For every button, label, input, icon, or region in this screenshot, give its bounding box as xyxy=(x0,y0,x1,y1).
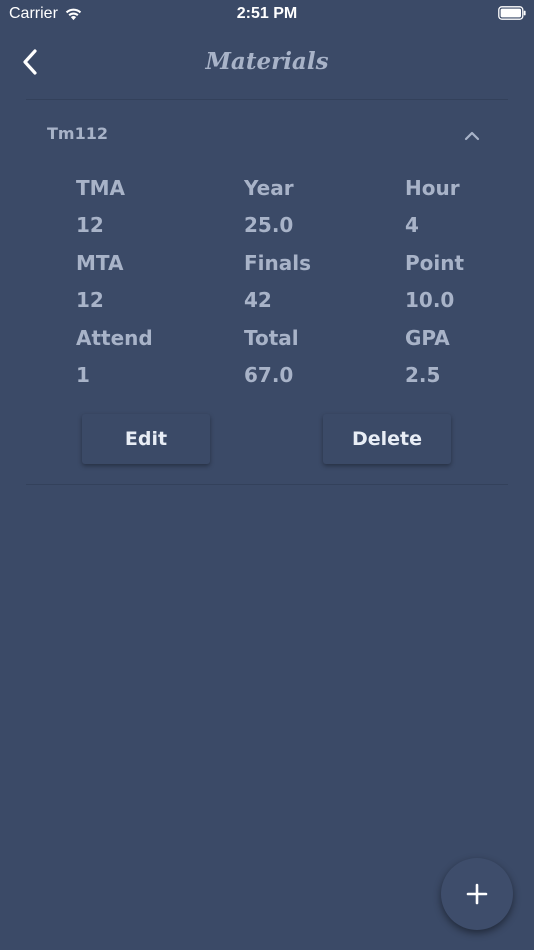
status-bar: Carrier 2:51 PM xyxy=(0,0,534,30)
page-title: Materials xyxy=(205,48,329,75)
attend-value: 1 xyxy=(76,363,90,387)
plus-icon xyxy=(466,883,488,905)
point-value: 10.0 xyxy=(405,288,455,312)
collapse-toggle[interactable] xyxy=(458,124,486,148)
hour-value: 4 xyxy=(405,213,419,237)
hour-label: Hour xyxy=(405,176,460,200)
delete-button[interactable]: Delete xyxy=(323,414,451,464)
finals-label: Finals xyxy=(244,251,312,275)
mta-value: 12 xyxy=(76,288,104,312)
finals-value: 42 xyxy=(244,288,272,312)
year-value: 25.0 xyxy=(244,213,294,237)
tma-label: TMA xyxy=(76,176,126,200)
material-name[interactable]: Tm112 xyxy=(47,124,108,143)
add-material-button[interactable] xyxy=(441,858,513,930)
battery-icon xyxy=(498,6,526,20)
tma-value: 12 xyxy=(76,213,104,237)
year-label: Year xyxy=(244,176,294,200)
top-divider xyxy=(26,99,508,100)
mta-label: MTA xyxy=(76,251,124,275)
total-label: Total xyxy=(244,326,299,350)
gpa-value: 2.5 xyxy=(405,363,441,387)
point-label: Point xyxy=(405,251,465,275)
status-time: 2:51 PM xyxy=(236,5,298,22)
chevron-up-icon xyxy=(464,131,480,141)
total-value: 67.0 xyxy=(244,363,294,387)
edit-button[interactable]: Edit xyxy=(82,414,210,464)
attend-label: Attend xyxy=(76,326,153,350)
gpa-label: GPA xyxy=(405,326,450,350)
card-bottom-divider xyxy=(26,484,508,485)
navigation-bar: Materials xyxy=(0,38,534,88)
